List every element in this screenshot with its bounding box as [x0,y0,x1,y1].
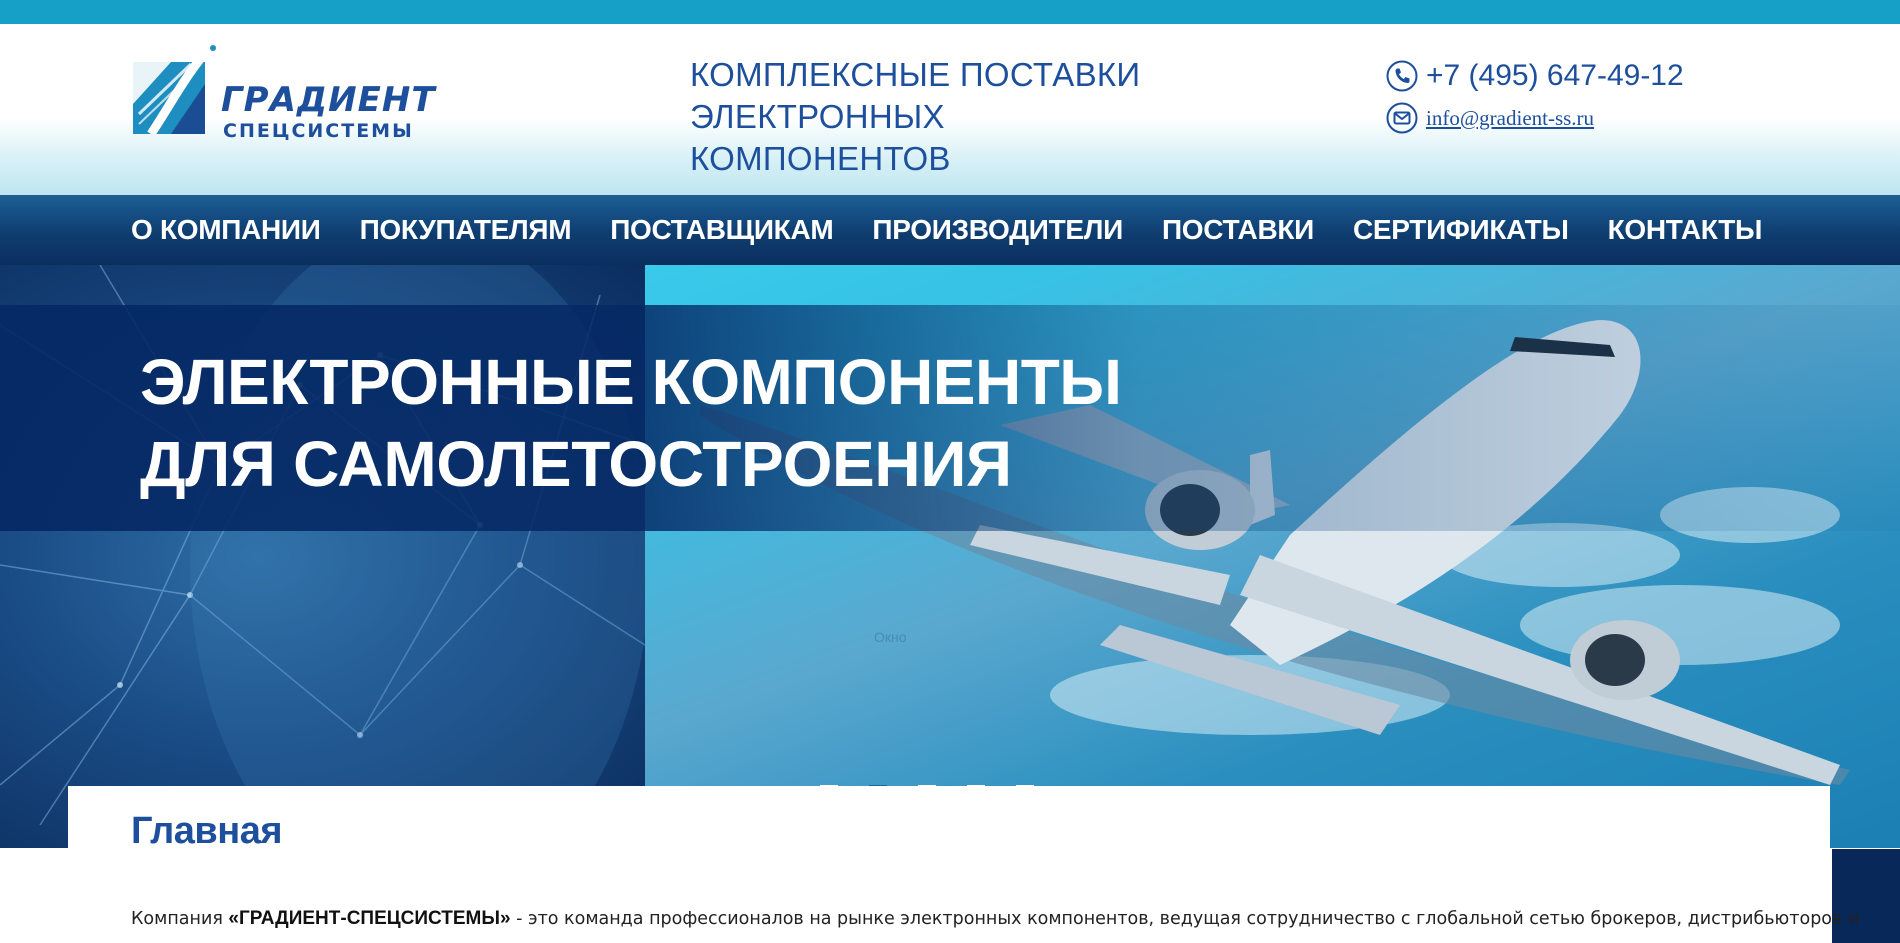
phone-icon [1386,60,1418,92]
logo-mark-icon [133,44,216,134]
tagline-line1: КОМПЛЕКСНЫЕ ПОСТАВКИ [690,56,1141,93]
header-email: info@gradient-ss.ru [1386,98,1594,138]
intro-text: - это команда профессионалов на рынке эл… [510,909,1860,929]
nav-item-suppliers[interactable]: ПОСТАВЩИКАМ [610,214,834,246]
hero-ghost-text: Окно [874,629,907,645]
nav-item-deliveries[interactable]: ПОСТАВКИ [1162,214,1314,246]
email-link[interactable]: info@gradient-ss.ru [1426,106,1594,131]
nav-item-about[interactable]: О КОМПАНИИ [131,214,321,246]
main-navigation: О КОМПАНИИ ПОКУПАТЕЛЯМ ПОСТАВЩИКАМ ПРОИЗ… [0,195,1900,265]
nav-item-contacts[interactable]: КОНТАКТЫ [1608,214,1763,246]
logo-text-sub: СПЕЦСИСТЕМЫ [223,120,414,142]
company-logo[interactable]: ГРАДИЕНТ СПЕЦСИСТЕМЫ [131,44,445,156]
envelope-icon [1386,102,1418,134]
tagline-line2: ЭЛЕКТРОННЫХ КОМПОНЕНТОВ [690,98,951,177]
page-title: Главная [131,810,283,852]
top-accent-strip [0,0,1900,24]
intro-prefix: Компания [131,909,229,929]
nav-item-buyers[interactable]: ПОКУПАТЕЛЯМ [360,214,572,246]
phone-number: +7 (495) 647-49-12 [1426,59,1684,92]
nav-item-manufacturers[interactable]: ПРОИЗВОДИТЕЛИ [872,214,1123,246]
hero-title-line1: ЭЛЕКТРОННЫЕ КОМПОНЕНТЫ [140,346,1122,418]
header-tagline: КОМПЛЕКСНЫЕ ПОСТАВКИ ЭЛЕКТРОННЫХ КОМПОНЕ… [690,54,1210,180]
intro-company-name: «ГРАДИЕНТ-СПЕЦСИСТЕМЫ» [228,908,511,929]
intro-paragraph: Компания «ГРАДИЕНТ-СПЕЦСИСТЕМЫ» - это ко… [131,908,1859,930]
header-phone[interactable]: +7 (495) 647-49-12 [1386,56,1684,96]
logo-text-main: ГРАДИЕНТ [221,80,436,120]
site-header: ГРАДИЕНТ СПЕЦСИСТЕМЫ КОМПЛЕКСНЫЕ ПОСТАВК… [0,24,1900,195]
hero-title-line2: ДЛЯ САМОЛЕТОСТРОЕНИЯ [140,428,1012,500]
nav-item-certificates[interactable]: СЕРТИФИКАТЫ [1353,214,1569,246]
hero-slider: ЭЛЕКТРОННЫЕ КОМПОНЕНТЫ ДЛЯ САМОЛЕТОСТРОЕ… [0,265,1900,848]
content-panel-notch [600,786,642,850]
